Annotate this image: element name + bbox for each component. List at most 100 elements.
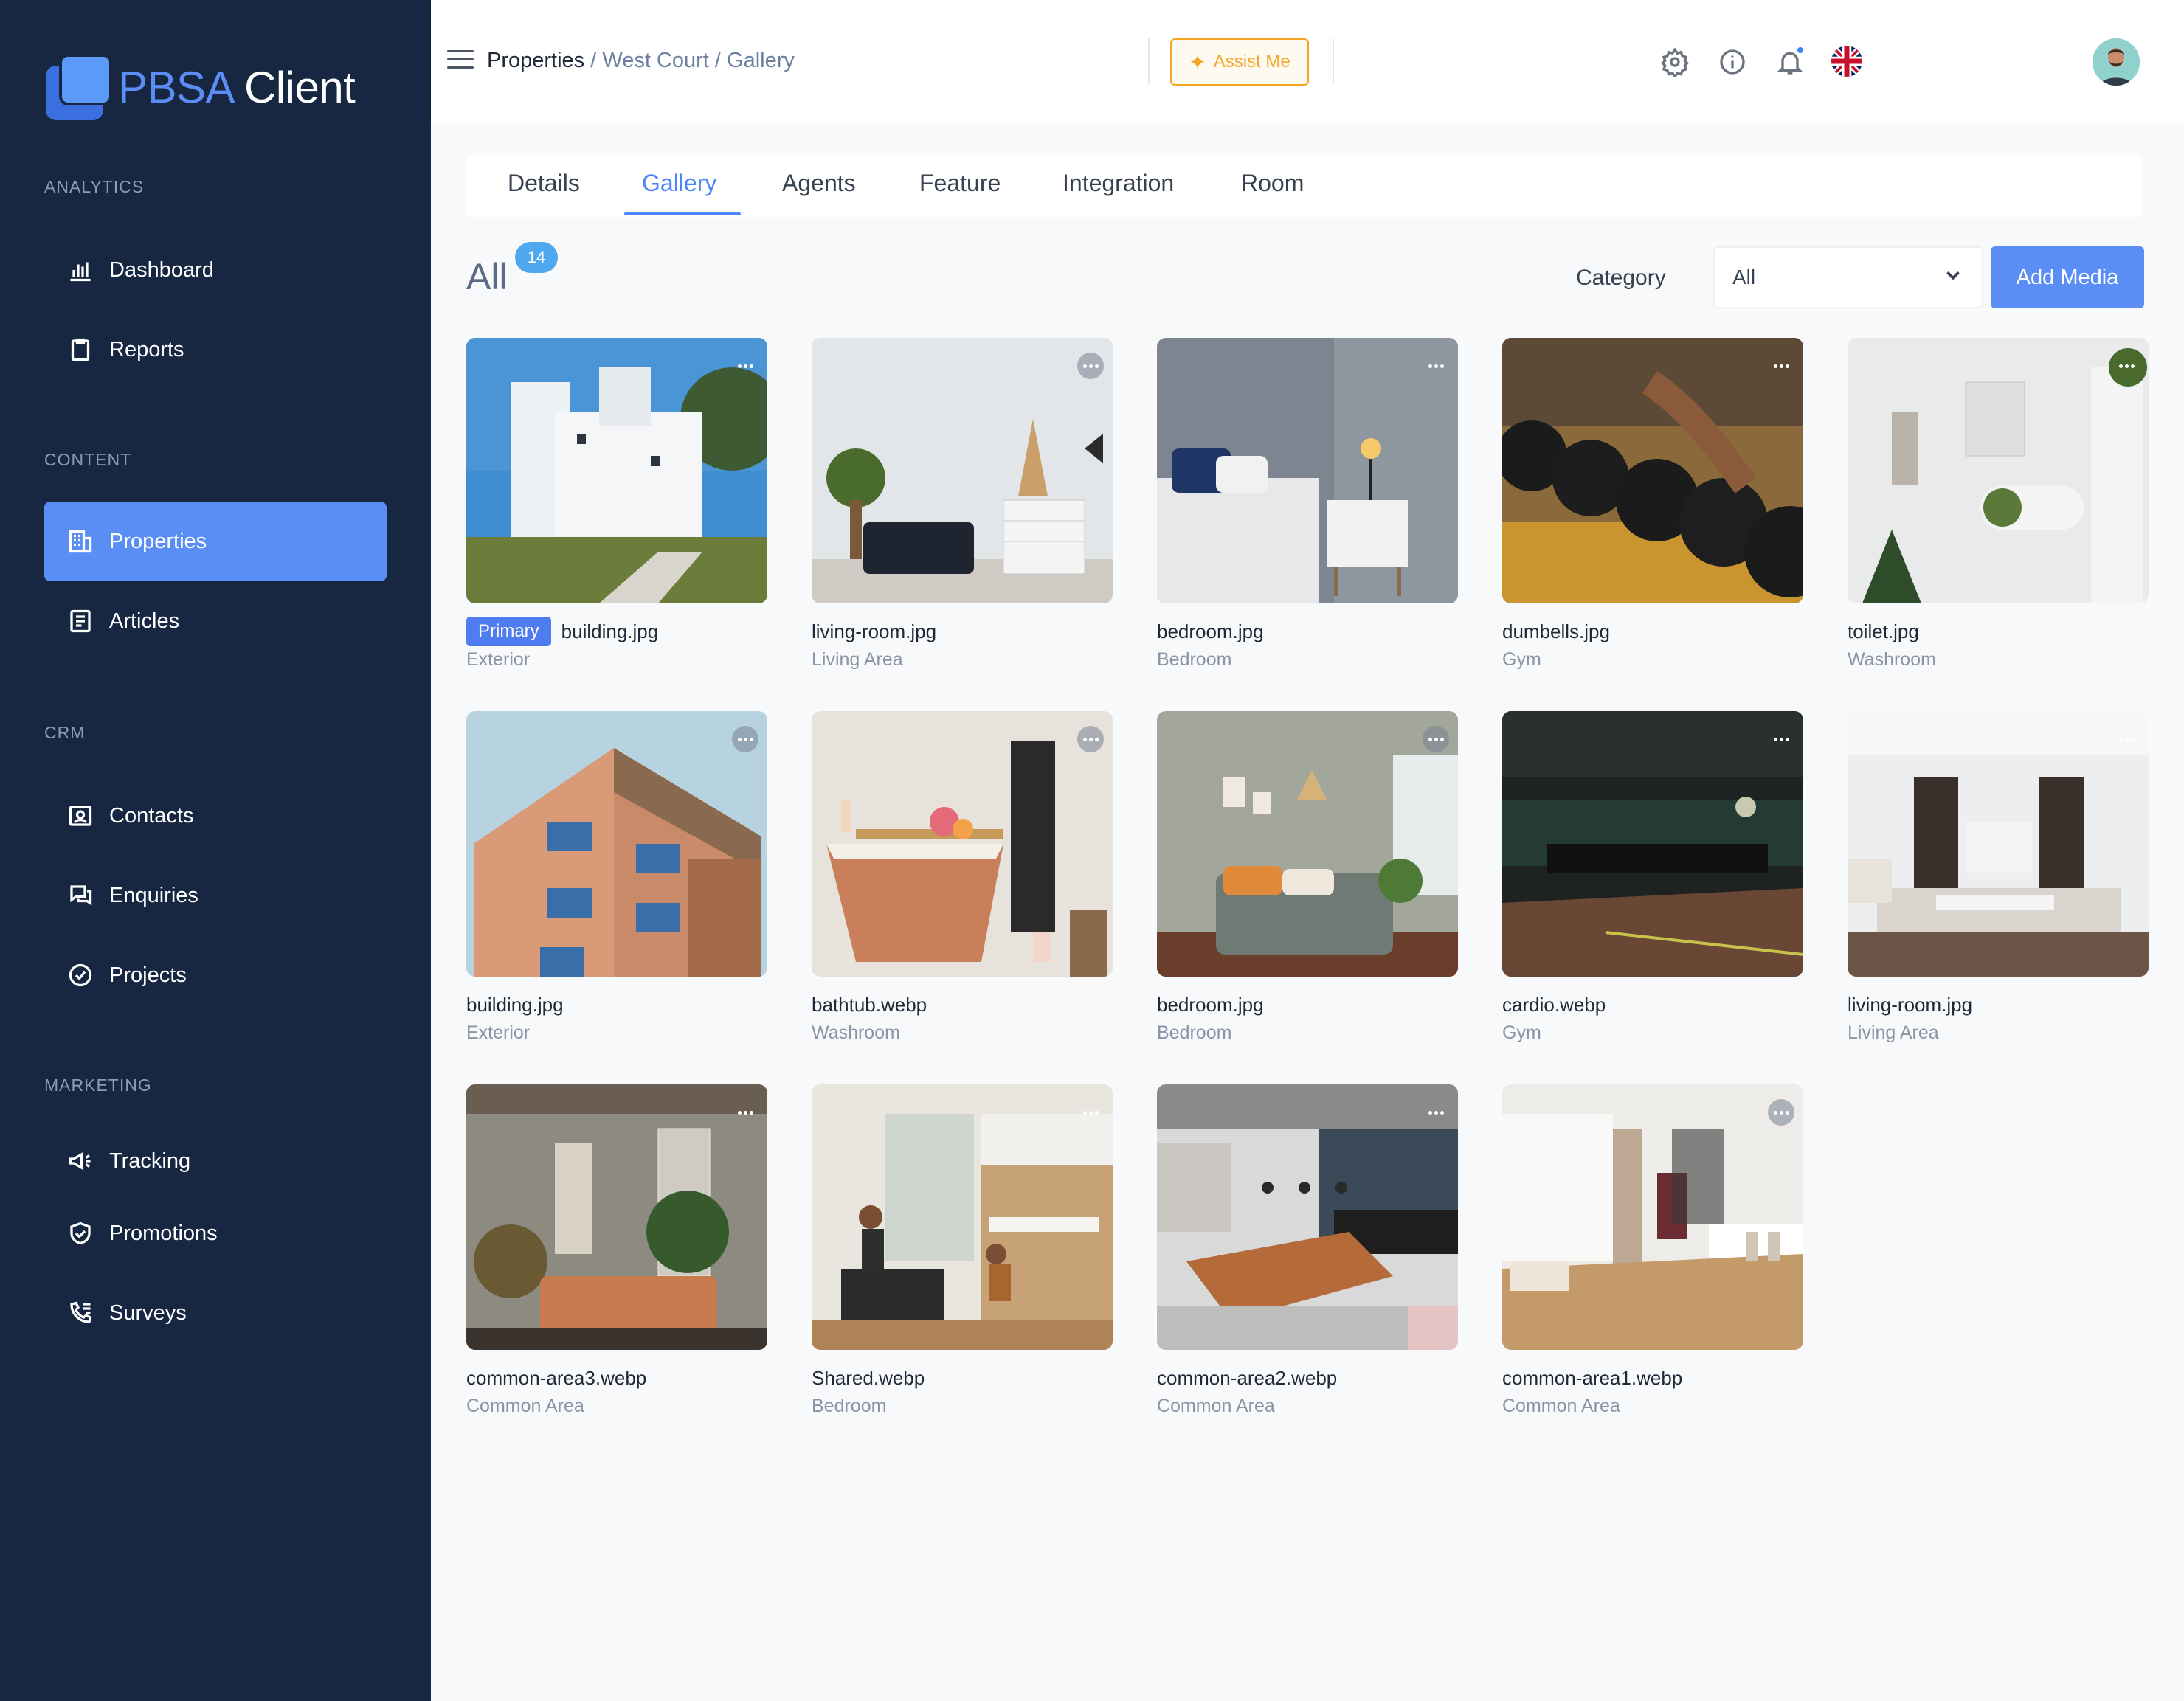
sidebar-item-label: Promotions [109,1221,218,1245]
media-category: Exterior [466,1022,531,1043]
media-card[interactable]: bedroom.jpg Bedroom [1157,338,1458,677]
media-card[interactable]: bathtub.webp Washroom [812,711,1113,1050]
property-tabs: Details Gallery Agents Feature Integrati… [466,155,2143,217]
media-card[interactable]: living-room.jpg Living Area [812,338,1113,677]
media-filename: cardio.webp [1502,993,1606,1016]
more-options-icon[interactable] [2113,353,2140,379]
menu-toggle-icon[interactable] [447,50,474,72]
media-filename: common-area1.webp [1502,1366,1683,1389]
media-thumbnail[interactable] [1502,338,1803,603]
more-options-icon[interactable] [1077,353,1104,379]
tab-room[interactable]: Room [1241,170,1304,217]
tab-integration[interactable]: Integration [1062,170,1174,217]
media-thumbnail[interactable] [1848,711,2149,977]
media-category: Common Area [466,1396,584,1416]
media-thumbnail[interactable] [812,338,1113,603]
more-options-icon[interactable] [732,353,758,379]
settings-gear-icon[interactable] [1659,46,1691,78]
media-category: Washroom [812,1022,900,1043]
sidebar-item-contacts[interactable]: Contacts [44,776,387,856]
more-options-icon[interactable] [1423,726,1449,752]
section-title-marketing: MARKETING [44,1075,152,1095]
media-card[interactable]: building.jpg Exterior [466,711,767,1050]
contact-card-icon [66,802,94,830]
media-thumbnail[interactable] [466,338,767,603]
document-icon [66,607,94,635]
media-filename: toilet.jpg [1848,620,1919,642]
media-card[interactable]: common-area1.webp Common Area [1502,1084,1803,1424]
sidebar-item-properties[interactable]: Properties [44,502,387,581]
media-category: Exterior [466,649,531,670]
media-category: Bedroom [1157,1022,1232,1043]
sidebar-item-label: Properties [109,529,207,553]
media-card[interactable]: Shared.webp Bedroom [812,1084,1113,1424]
app-logo[interactable]: PBSA Client [46,53,356,121]
logo-text: PBSA Client [118,62,356,112]
more-options-icon[interactable] [1077,1099,1104,1126]
more-options-icon[interactable] [1768,1099,1794,1126]
uk-flag-icon[interactable] [1831,46,1862,77]
check-circle-icon [66,961,94,989]
user-avatar[interactable] [2093,38,2140,86]
tab-agents[interactable]: Agents [782,170,856,217]
media-thumbnail[interactable] [466,1084,767,1350]
info-icon[interactable] [1716,46,1749,78]
media-thumbnail[interactable] [1848,338,2149,603]
media-thumbnail[interactable] [1502,711,1803,977]
sidebar-item-reports[interactable]: Reports [44,310,387,389]
sidebar-item-tracking[interactable]: Tracking [44,1121,387,1201]
sidebar-item-label: Articles [109,609,180,633]
tab-gallery[interactable]: Gallery [642,170,716,217]
media-card[interactable]: common-area2.webp Common Area [1157,1084,1458,1424]
media-thumbnail[interactable] [812,711,1113,977]
top-header: Properties / West Court / Gallery ✦ Assi… [431,0,2184,124]
more-options-icon[interactable] [1423,1099,1449,1126]
section-title-crm: CRM [44,723,86,742]
sidebar-item-dashboard[interactable]: Dashboard [44,230,387,310]
category-select[interactable]: All [1713,246,1983,308]
more-options-icon[interactable] [732,726,758,752]
media-card[interactable]: bedroom.jpg Bedroom [1157,711,1458,1050]
media-card[interactable]: cardio.webp Gym [1502,711,1803,1050]
assist-me-button[interactable]: ✦ Assist Me [1170,38,1309,86]
sidebar-item-articles[interactable]: Articles [44,581,387,661]
tab-feature[interactable]: Feature [919,170,1001,217]
clipboard-icon [66,336,94,364]
media-thumbnail[interactable] [1157,711,1458,977]
media-category: Washroom [1848,649,1936,670]
media-thumbnail[interactable] [812,1084,1113,1350]
header-divider [1148,38,1150,84]
breadcrumb-properties-link[interactable]: Properties [487,49,584,72]
media-thumbnail[interactable] [1502,1084,1803,1350]
more-options-icon[interactable] [1768,353,1794,379]
media-card[interactable]: dumbells.jpg Gym [1502,338,1803,677]
more-options-icon[interactable] [2113,726,2140,752]
tab-details[interactable]: Details [508,170,580,217]
sidebar-item-enquiries[interactable]: Enquiries [44,856,387,935]
section-title-content: CONTENT [44,450,132,469]
more-options-icon[interactable] [1077,726,1104,752]
media-card[interactable]: living-room.jpg Living Area [1848,711,2149,1050]
sidebar-item-surveys[interactable]: Surveys [44,1273,387,1353]
media-category: Living Area [812,649,903,670]
media-thumbnail[interactable] [1157,338,1458,603]
media-card[interactable]: Primary building.jpg Exterior [466,338,767,677]
notification-bell-icon[interactable] [1774,46,1806,78]
media-filename: Shared.webp [812,1366,925,1389]
media-category: Gym [1502,649,1541,670]
more-options-icon[interactable] [732,1099,758,1126]
media-card[interactable]: common-area3.webp Common Area [466,1084,767,1424]
media-thumbnail[interactable] [466,711,767,977]
more-options-icon[interactable] [1768,726,1794,752]
shield-check-icon [66,1219,94,1247]
sidebar-item-promotions[interactable]: Promotions [44,1194,387,1273]
sidebar-item-label: Contacts [109,803,194,828]
sidebar-item-label: Surveys [109,1300,187,1325]
sidebar-item-projects[interactable]: Projects [44,935,387,1015]
media-thumbnail[interactable] [1157,1084,1458,1350]
chevron-down-icon [1942,264,1964,291]
add-media-button[interactable]: Add Media [1991,246,2144,308]
more-options-icon[interactable] [1423,353,1449,379]
category-select-value: All [1732,266,1756,288]
media-card[interactable]: toilet.jpg Washroom [1848,338,2149,677]
